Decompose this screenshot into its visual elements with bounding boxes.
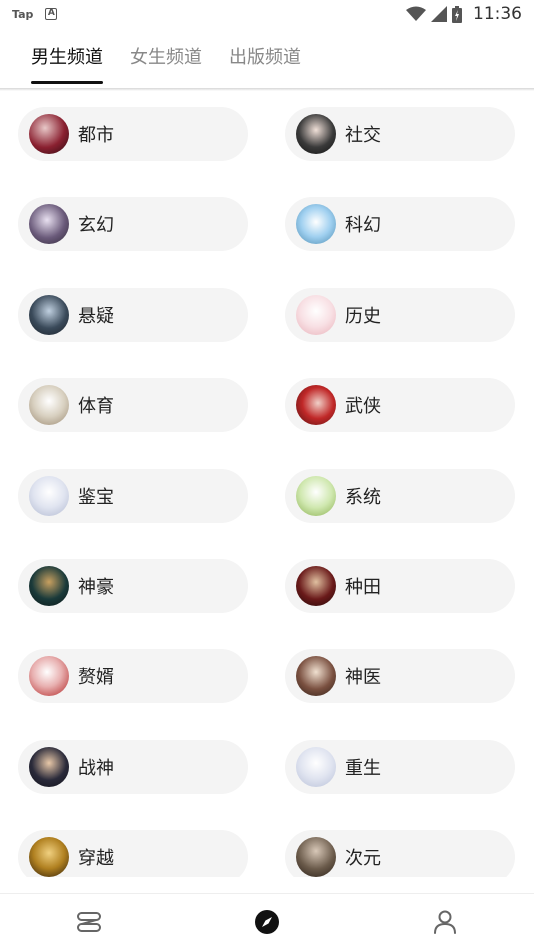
profile-icon xyxy=(434,910,456,934)
category-cover-image xyxy=(29,295,69,335)
category-cover-image xyxy=(296,114,336,154)
nav-discover[interactable] xyxy=(178,894,356,950)
clock-time: 11:36 xyxy=(473,4,522,24)
category-chip-zhuixu[interactable]: 赘婿 xyxy=(18,649,248,703)
discover-compass-icon xyxy=(255,910,279,934)
category-chip-dushi[interactable]: 都市 xyxy=(18,107,248,161)
category-row: 悬疑 历史 xyxy=(0,288,534,342)
wifi-icon xyxy=(406,6,426,21)
category-cover-image xyxy=(296,295,336,335)
tab-male-channel[interactable]: 男生频道 xyxy=(31,30,103,88)
tap-notification-label: Tap xyxy=(12,7,34,21)
category-chip-zhongtian[interactable]: 种田 xyxy=(285,559,515,613)
category-chip-tiyu[interactable]: 体育 xyxy=(18,378,248,432)
category-cover-image xyxy=(296,656,336,696)
category-cover-image xyxy=(296,204,336,244)
category-cover-image xyxy=(29,204,69,244)
category-label: 赘婿 xyxy=(78,667,114,688)
category-cover-image xyxy=(29,476,69,516)
category-row: 玄幻 科幻 xyxy=(0,197,534,251)
category-cover-image xyxy=(296,476,336,516)
category-label: 神豪 xyxy=(78,577,114,598)
tab-publishing-channel[interactable]: 出版频道 xyxy=(229,30,301,88)
nav-profile[interactable] xyxy=(356,894,534,950)
category-cover-image xyxy=(29,385,69,425)
category-chip-chuanyue[interactable]: 穿越 xyxy=(18,830,248,877)
category-label: 鉴宝 xyxy=(78,487,114,508)
category-label: 玄幻 xyxy=(78,215,114,236)
category-row: 穿越 次元 xyxy=(0,830,534,877)
category-chip-ciyuan[interactable]: 次元 xyxy=(285,830,515,877)
category-chip-jianbao[interactable]: 鉴宝 xyxy=(18,469,248,523)
category-row: 战神 重生 xyxy=(0,740,534,794)
app-notification-icon: A xyxy=(45,8,58,20)
category-cover-image xyxy=(296,385,336,425)
status-bar: Tap A 11:36 xyxy=(0,0,534,28)
category-label: 武侠 xyxy=(345,396,381,417)
category-cover-image xyxy=(29,656,69,696)
category-label: 神医 xyxy=(345,667,381,688)
category-label: 社交 xyxy=(345,125,381,146)
category-cover-image xyxy=(29,114,69,154)
category-cover-image xyxy=(29,566,69,606)
channel-tabs: 男生频道 女生频道 出版频道 xyxy=(0,30,534,88)
category-chip-zhanshen[interactable]: 战神 xyxy=(18,740,248,794)
category-label: 都市 xyxy=(78,125,114,146)
category-label: 历史 xyxy=(345,306,381,327)
category-cover-image xyxy=(29,747,69,787)
category-row: 赘婿 神医 xyxy=(0,649,534,703)
category-chip-xitong[interactable]: 系统 xyxy=(285,469,515,523)
category-chip-shenhao[interactable]: 神豪 xyxy=(18,559,248,613)
category-label: 次元 xyxy=(345,848,381,869)
category-cover-image xyxy=(296,837,336,877)
category-row: 神豪 种田 xyxy=(0,559,534,613)
category-label: 科幻 xyxy=(345,215,381,236)
category-label: 战神 xyxy=(78,758,114,779)
category-label: 穿越 xyxy=(78,848,114,869)
nav-bookshelf[interactable] xyxy=(0,894,178,950)
category-cover-image xyxy=(296,566,336,606)
category-label: 系统 xyxy=(345,487,381,508)
category-row: 都市 社交 xyxy=(0,107,534,161)
category-chip-xuanhuan[interactable]: 玄幻 xyxy=(18,197,248,251)
category-cover-image xyxy=(29,837,69,877)
category-chip-wuxia[interactable]: 武侠 xyxy=(285,378,515,432)
bottom-navigation xyxy=(0,893,534,950)
category-chip-chongsheng[interactable]: 重生 xyxy=(285,740,515,794)
category-chip-shenyi[interactable]: 神医 xyxy=(285,649,515,703)
category-grid: 都市 社交 玄幻 科幻 悬疑 历史 体育 武侠 鉴宝 系统 神豪 种田 赘婿 神… xyxy=(0,91,534,877)
bookshelf-icon xyxy=(77,912,101,932)
category-chip-lishi[interactable]: 历史 xyxy=(285,288,515,342)
category-label: 体育 xyxy=(78,396,114,417)
signal-icon xyxy=(431,6,447,22)
category-chip-shejiao[interactable]: 社交 xyxy=(285,107,515,161)
category-row: 鉴宝 系统 xyxy=(0,469,534,523)
tab-female-channel[interactable]: 女生频道 xyxy=(130,30,202,88)
battery-icon xyxy=(452,5,462,23)
category-row: 体育 武侠 xyxy=(0,378,534,432)
category-label: 种田 xyxy=(345,577,381,598)
category-chip-xuanyi[interactable]: 悬疑 xyxy=(18,288,248,342)
category-label: 悬疑 xyxy=(78,306,114,327)
category-label: 重生 xyxy=(345,758,381,779)
category-cover-image xyxy=(296,747,336,787)
category-chip-kehuan[interactable]: 科幻 xyxy=(285,197,515,251)
